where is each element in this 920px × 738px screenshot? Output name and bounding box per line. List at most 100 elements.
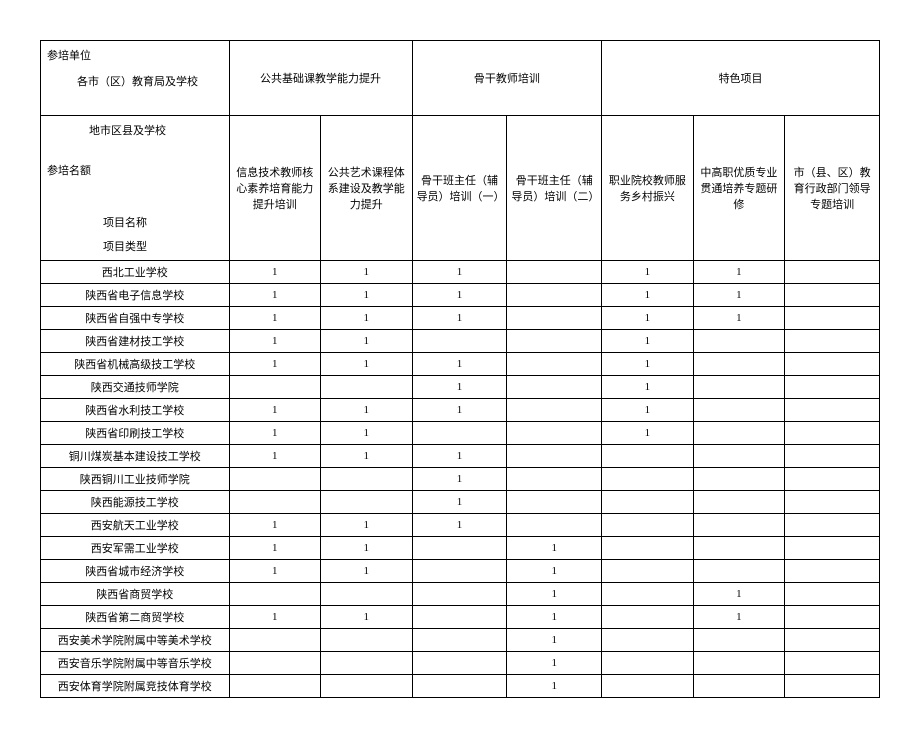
cell [321, 491, 413, 514]
cell [507, 514, 602, 537]
cell [321, 629, 413, 652]
cell: 1 [229, 353, 321, 376]
row-label: 陕西省建材技工学校 [41, 330, 230, 353]
table-row: 西北工业学校11111 [41, 261, 880, 284]
cell: 1 [321, 307, 413, 330]
cell [507, 468, 602, 491]
row-label: 陕西省自强中专学校 [41, 307, 230, 330]
cell: 1 [321, 445, 413, 468]
cell: 1 [693, 261, 785, 284]
table-row: 陕西省机械高级技工学校1111 [41, 353, 880, 376]
cell: 1 [412, 353, 507, 376]
cell [229, 675, 321, 698]
cell [693, 353, 785, 376]
cell [412, 629, 507, 652]
table-row: 陕西省城市经济学校111 [41, 560, 880, 583]
cell: 1 [412, 468, 507, 491]
cell: 1 [412, 445, 507, 468]
cell [602, 468, 694, 491]
table-row: 陕西省自强中专学校11111 [41, 307, 880, 330]
group-header-1: 骨干教师培训 [412, 41, 602, 116]
cell: 1 [602, 422, 694, 445]
cell [412, 330, 507, 353]
cell [785, 514, 880, 537]
cell: 1 [602, 376, 694, 399]
cell [693, 514, 785, 537]
header-unit: 参培单位 [47, 47, 223, 63]
cell: 1 [693, 583, 785, 606]
cell: 1 [229, 445, 321, 468]
cell [507, 491, 602, 514]
cell [321, 675, 413, 698]
row-label: 西安航天工业学校 [41, 514, 230, 537]
table-row: 陕西交通技师学院11 [41, 376, 880, 399]
cell [229, 629, 321, 652]
header-unit-block: 参培单位 各市（区）教育局及学校 [41, 41, 230, 116]
row-label: 西北工业学校 [41, 261, 230, 284]
cell [602, 675, 694, 698]
cell [321, 376, 413, 399]
row-label: 陕西能源技工学校 [41, 491, 230, 514]
cell [602, 606, 694, 629]
cell [785, 675, 880, 698]
cell [785, 468, 880, 491]
cell: 1 [507, 629, 602, 652]
cell: 1 [229, 560, 321, 583]
row-label: 陕西省第二商贸学校 [41, 606, 230, 629]
header-project: 项目名称 [47, 214, 223, 230]
cell [602, 583, 694, 606]
row-label: 陕西省商贸学校 [41, 583, 230, 606]
cell: 1 [229, 422, 321, 445]
cell [507, 399, 602, 422]
cell [229, 376, 321, 399]
cell: 1 [507, 583, 602, 606]
cell [321, 652, 413, 675]
cell: 1 [229, 330, 321, 353]
row-label: 陕西省电子信息学校 [41, 284, 230, 307]
cell [507, 422, 602, 445]
cell: 1 [321, 560, 413, 583]
program-header-6: 市（县、区）教育行政部门领导专题培训 [785, 116, 880, 261]
cell [785, 445, 880, 468]
cell [229, 468, 321, 491]
cell [602, 652, 694, 675]
row-label: 陕西铜川工业技师学院 [41, 468, 230, 491]
cell [693, 491, 785, 514]
cell [602, 537, 694, 560]
cell [321, 468, 413, 491]
cell [785, 261, 880, 284]
cell: 1 [321, 261, 413, 284]
cell [507, 330, 602, 353]
cell [412, 652, 507, 675]
cell [412, 537, 507, 560]
cell: 1 [412, 284, 507, 307]
table-row: 陕西省商贸学校 1 1 [41, 583, 880, 606]
cell: 1 [602, 330, 694, 353]
cell: 1 [321, 422, 413, 445]
row-label: 铜川煤炭基本建设技工学校 [41, 445, 230, 468]
table-row: 西安体育学院附属竞技体育学校1 [41, 675, 880, 698]
table-row: 铜川煤炭基本建设技工学校111 [41, 445, 880, 468]
cell [785, 606, 880, 629]
cell [785, 629, 880, 652]
cell [785, 652, 880, 675]
program-header-1: 公共艺术课程体系建设及教学能力提升 [321, 116, 413, 261]
cell: 1 [321, 330, 413, 353]
cell [602, 491, 694, 514]
row-label: 陕西省印刷技工学校 [41, 422, 230, 445]
header-subunit: 各市（区）教育局及学校 [47, 73, 223, 89]
cell: 1 [229, 399, 321, 422]
cell: 1 [321, 284, 413, 307]
row-label: 陕西省机械高级技工学校 [41, 353, 230, 376]
cell: 1 [229, 537, 321, 560]
cell [785, 399, 880, 422]
cell: 1 [321, 353, 413, 376]
row-label: 西安美术学院附属中等美术学校 [41, 629, 230, 652]
cell: 1 [602, 399, 694, 422]
table-row: 西安军需工业学校111 [41, 537, 880, 560]
cell: 1 [507, 675, 602, 698]
cell [785, 330, 880, 353]
table-row: 陕西铜川工业技师学院 1 [41, 468, 880, 491]
cell [321, 583, 413, 606]
cell [602, 629, 694, 652]
